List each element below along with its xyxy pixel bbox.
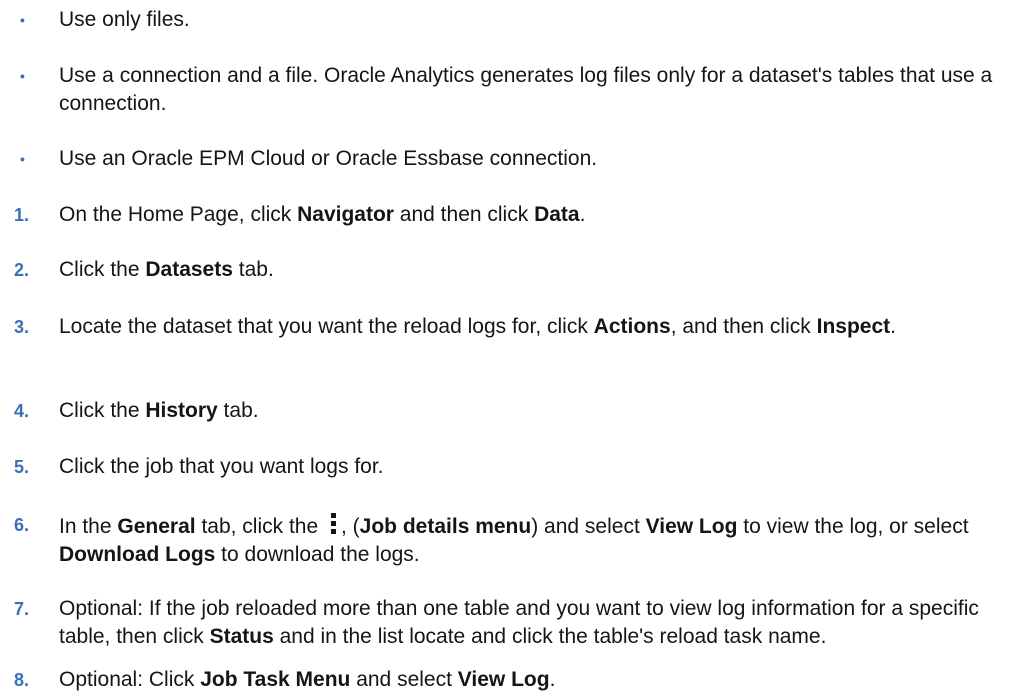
text-run: tab. [217, 399, 259, 422]
text-run: . [579, 203, 586, 226]
ui-term: Download Logs [59, 543, 216, 566]
text-run: to download the logs. [215, 543, 420, 566]
ui-term: Inspect [816, 315, 891, 338]
text-run: tab, click the [195, 515, 324, 538]
step-number: 6. [14, 515, 30, 535]
text-run: Use an Oracle EPM Cloud or Oracle Essbas… [59, 147, 598, 170]
document: • Use only files. • Use a connection and a … [0, 0, 1032, 691]
step-text: On the Home Page, click Navigator and th… [59, 201, 1019, 229]
kebab-menu-icon [326, 511, 340, 535]
step-text: Locate the dataset that you want the rel… [59, 313, 1019, 341]
ui-term: View Log [457, 668, 550, 691]
step-number: 8. [14, 670, 30, 690]
bullet-text: Use a connection and a file. Oracle Anal… [59, 62, 1019, 118]
bullet-marker: • [20, 68, 25, 84]
ui-term: Status [209, 625, 274, 648]
text-run: Click the job that you want logs for. [59, 455, 384, 478]
text-run: , and then click [670, 315, 817, 338]
step-text: Optional: Click Job Task Menu and select… [59, 666, 1019, 694]
text-run: Locate the dataset that you want the rel… [59, 315, 594, 338]
bullet-text: Use only files. [59, 6, 1019, 34]
ui-term: Data [534, 203, 580, 226]
text-run: and in the list locate and click the tab… [273, 625, 827, 648]
text-run: tab. [232, 258, 274, 281]
text-run: and select [350, 668, 458, 691]
text-run: to view the log, or select [737, 515, 969, 538]
bullet-marker: • [20, 12, 25, 28]
step-number: 7. [14, 599, 30, 619]
text-run: and then click [393, 203, 535, 226]
step-number: 5. [14, 457, 30, 477]
step-number: 1. [14, 205, 30, 225]
ui-term: Job Task Menu [200, 668, 351, 691]
ui-term: Actions [593, 315, 671, 338]
text-run: On the Home Page, click [59, 203, 298, 226]
ui-term: View Log [645, 515, 738, 538]
step-text: Click the History tab. [59, 397, 1019, 425]
text-run: Use only files. [59, 8, 190, 31]
text-run: . [549, 668, 556, 691]
text-run: Click the [59, 258, 146, 281]
text-run: Use a connection and a file. Oracle Anal… [59, 64, 993, 115]
ui-term: Navigator [297, 203, 394, 226]
ui-term: History [145, 399, 218, 422]
text-run: Click the [59, 399, 146, 422]
step-number: 4. [14, 401, 30, 421]
bullet-marker: • [20, 151, 25, 167]
step-text: Click the job that you want logs for. [59, 453, 1019, 481]
bullet-text: Use an Oracle EPM Cloud or Oracle Essbas… [59, 145, 1019, 173]
text-run: . [890, 315, 896, 338]
step-text: In the General tab, click the , (Job det… [59, 511, 1019, 569]
step-number: 2. [14, 260, 30, 280]
text-run: Optional: Click [59, 668, 201, 691]
text-run: ) and select [531, 515, 646, 538]
step-text: Click the Datasets tab. [59, 256, 1019, 284]
text-run: In the [59, 515, 118, 538]
text-run: , ( [341, 515, 360, 538]
ui-term: General [117, 515, 196, 538]
step-text: Optional: If the job reloaded more than … [59, 595, 1019, 651]
step-number: 3. [14, 317, 30, 337]
ui-term: Job details menu [359, 515, 532, 538]
ui-term: Datasets [145, 258, 233, 281]
